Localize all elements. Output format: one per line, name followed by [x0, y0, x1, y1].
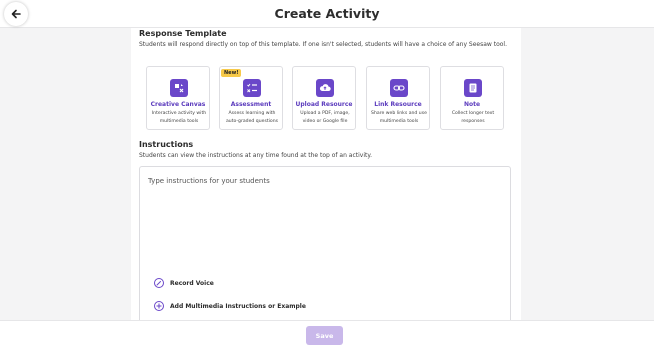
- new-badge: New!: [221, 69, 242, 77]
- instructions-description: Students can view the instructions at an…: [139, 152, 372, 159]
- instructions-placeholder: Type instructions for your students: [148, 177, 270, 185]
- record-voice-button[interactable]: Record Voice: [154, 278, 214, 288]
- response-template-description: Students will respond directly on top of…: [139, 41, 508, 48]
- card-title: Upload Resource: [295, 101, 353, 108]
- link-icon: [390, 79, 408, 97]
- template-card-upload-resource[interactable]: Upload Resource Upload a PDF, image, vid…: [292, 66, 356, 130]
- top-bar: Create Activity: [0, 0, 654, 28]
- microphone-icon: [154, 278, 164, 288]
- card-description: Interactive activity with multimedia too…: [151, 111, 207, 124]
- template-card-link-resource[interactable]: Link Resource Share web links and use mu…: [366, 66, 430, 130]
- plus-circle-icon: [154, 301, 164, 311]
- card-description: Share web links and use multimedia tools: [371, 111, 427, 124]
- canvas-icon: [170, 79, 188, 97]
- note-icon: [464, 79, 482, 97]
- template-card-note[interactable]: Note Collect longer text responses: [440, 66, 504, 130]
- card-description: Collect longer text responses: [451, 111, 495, 124]
- bottom-bar: Save: [0, 320, 654, 345]
- card-title: Assessment: [230, 101, 272, 108]
- card-title: Note: [463, 101, 481, 108]
- card-title: Link Resource: [374, 101, 422, 108]
- cloud-upload-icon: [316, 79, 334, 97]
- response-template-heading: Response Template: [139, 29, 227, 38]
- template-card-assessment[interactable]: New! Assessment Assess learning with aut…: [219, 66, 283, 130]
- save-button[interactable]: Save: [306, 326, 343, 345]
- card-title: Creative Canvas: [150, 101, 206, 108]
- activity-form-panel: Response Template Students will respond …: [131, 28, 521, 320]
- add-multimedia-label: Add Multimedia Instructions or Example: [170, 302, 306, 310]
- card-description: Upload a PDF, image, video or Google fil…: [300, 111, 350, 124]
- record-voice-label: Record Voice: [170, 279, 214, 287]
- add-multimedia-button[interactable]: Add Multimedia Instructions or Example: [154, 301, 306, 311]
- page-title: Create Activity: [274, 6, 380, 21]
- instructions-editor[interactable]: Type instructions for your students Reco…: [139, 166, 511, 320]
- card-description: Assess learning with auto-graded questio…: [225, 111, 279, 124]
- instructions-heading: Instructions: [139, 140, 194, 149]
- template-card-creative-canvas[interactable]: Creative Canvas Interactive activity wit…: [146, 66, 210, 130]
- checklist-icon: [243, 79, 261, 97]
